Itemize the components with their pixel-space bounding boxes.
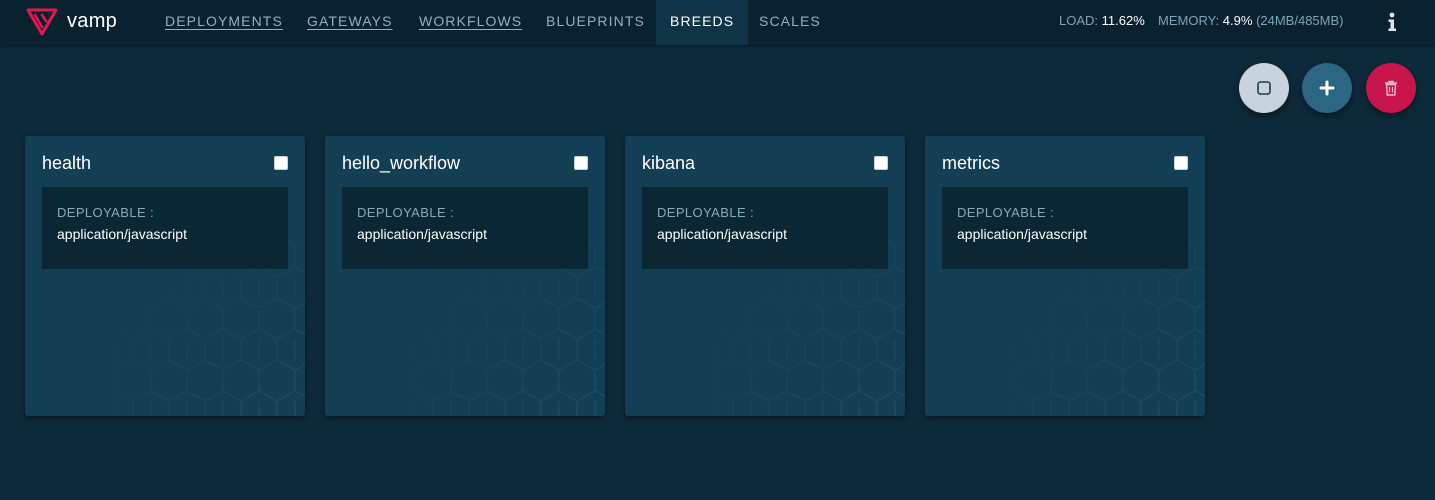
deployable-value: application/javascript	[357, 226, 487, 242]
deployable-panel: DEPLOYABLE : application/javascript	[342, 187, 588, 269]
memory-label: MEMORY:	[1158, 13, 1220, 28]
deployable-panel: DEPLOYABLE : application/javascript	[642, 187, 888, 269]
breed-card-kibana[interactable]: kibana DEPLOYABLE : application/javascri…	[625, 136, 905, 416]
breed-card-hello-workflow[interactable]: hello_workflow DEPLOYABLE : application/…	[325, 136, 605, 416]
top-navigation-bar: vamp DEPLOYMENTS GATEWAYS WORKFLOWS BLUE…	[0, 0, 1435, 45]
breed-card-health[interactable]: health DEPLOYABLE : application/javascri…	[25, 136, 305, 416]
load-stat: LOAD: 11.62%	[1059, 13, 1145, 28]
nav-blueprints[interactable]: BLUEPRINTS	[546, 0, 645, 45]
breed-name: kibana	[642, 153, 696, 173]
breed-name: metrics	[942, 153, 1000, 173]
nav-gateways[interactable]: GATEWAYS	[307, 0, 393, 45]
breed-name: health	[42, 153, 92, 173]
nav-deployments[interactable]: DEPLOYMENTS	[165, 0, 283, 45]
vamp-logo-icon[interactable]	[26, 7, 58, 37]
nav-scales[interactable]: SCALES	[759, 0, 821, 45]
load-value: 11.62%	[1101, 13, 1145, 28]
breed-select-checkbox[interactable]	[574, 156, 588, 170]
deployable-label: DEPLOYABLE :	[357, 205, 455, 220]
breed-card-metrics[interactable]: metrics DEPLOYABLE : application/javascr…	[925, 136, 1205, 416]
memory-stat: MEMORY: 4.9% (24MB/485MB)	[1158, 13, 1343, 28]
deployable-value: application/javascript	[657, 226, 787, 242]
deployable-panel: DEPLOYABLE : application/javascript	[42, 187, 288, 269]
brand-name[interactable]: vamp	[67, 10, 117, 33]
deployable-label: DEPLOYABLE :	[657, 205, 755, 220]
plus-icon	[1319, 80, 1335, 96]
memory-value: 4.9%	[1222, 13, 1253, 28]
deployable-panel: DEPLOYABLE : application/javascript	[942, 187, 1188, 269]
deployable-value: application/javascript	[957, 226, 1087, 242]
deployable-value: application/javascript	[57, 226, 187, 242]
nav-breeds[interactable]: BREEDS	[656, 0, 749, 45]
breed-select-checkbox[interactable]	[874, 156, 888, 170]
trash-icon	[1385, 80, 1397, 96]
nav-workflows[interactable]: WORKFLOWS	[419, 0, 522, 45]
breed-name: hello_workflow	[342, 153, 461, 173]
deployable-label: DEPLOYABLE :	[57, 205, 155, 220]
deployable-label: DEPLOYABLE :	[957, 205, 1055, 220]
load-label: LOAD:	[1059, 13, 1099, 28]
memory-detail: (24MB/485MB)	[1256, 13, 1344, 28]
add-breed-button[interactable]	[1302, 63, 1352, 113]
breed-select-checkbox[interactable]	[274, 156, 288, 170]
info-icon[interactable]	[1384, 11, 1400, 33]
select-all-button[interactable]	[1239, 63, 1289, 113]
delete-breed-button[interactable]	[1366, 63, 1416, 113]
square-icon	[1257, 81, 1271, 95]
breed-select-checkbox[interactable]	[1174, 156, 1188, 170]
